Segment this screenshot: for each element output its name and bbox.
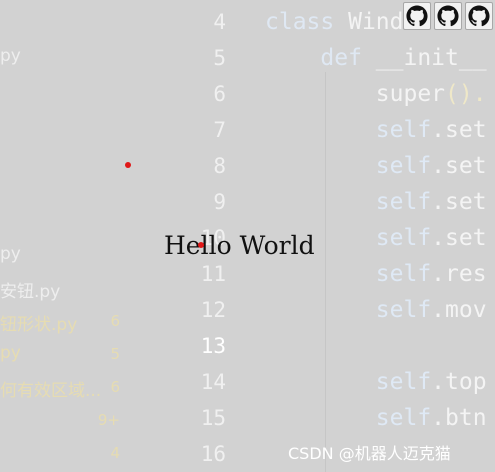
code-line: self.top	[265, 364, 487, 400]
window-toolbar	[403, 2, 493, 30]
code-token: self	[265, 261, 432, 287]
line-number: 5	[213, 46, 226, 70]
line-number: 8	[213, 154, 226, 178]
file-name: 何有效区域...	[0, 381, 102, 401]
code-token: self	[265, 297, 432, 323]
code-line: self.set	[265, 112, 487, 148]
code-token: self	[265, 117, 432, 143]
code-token: .set	[431, 225, 487, 251]
code-line: self.set	[265, 184, 487, 220]
code-line: self.res	[265, 256, 487, 292]
github-icon	[406, 5, 428, 27]
file-item: 何有效区域... 6	[0, 376, 150, 401]
github-icon	[437, 5, 459, 27]
line-number: 9	[213, 190, 226, 214]
file-item: py	[0, 46, 150, 70]
problem-count-badge: 5	[110, 345, 120, 363]
file-item: py 5	[0, 343, 150, 367]
code-line: self.mov	[265, 292, 487, 328]
line-number: 12	[200, 298, 226, 322]
line-number: 13	[200, 334, 226, 358]
file-item: 安钮.py	[0, 277, 150, 302]
line-number: 4	[213, 10, 226, 34]
code-token: super	[265, 81, 446, 107]
code-line: super().	[265, 76, 487, 112]
code-line: self.set	[265, 148, 487, 184]
red-dot-marker	[125, 162, 131, 168]
code-token: .res	[431, 261, 487, 287]
code-token: ().	[445, 81, 487, 107]
line-number: 7	[213, 118, 226, 142]
file-item: 钮形状.py 6	[0, 310, 150, 335]
problem-count-badge: 6	[110, 312, 120, 330]
code-line: def __init__	[265, 40, 487, 76]
file-name: 安钮.py	[0, 282, 61, 302]
line-number: 6	[213, 82, 226, 106]
file-item: py	[0, 244, 150, 268]
github-button[interactable]	[434, 2, 462, 30]
file-name: py	[0, 343, 21, 363]
github-icon	[468, 5, 490, 27]
code-token: .btn	[431, 405, 487, 431]
problem-count-badge: 6	[110, 378, 120, 396]
red-dot-marker	[198, 242, 204, 248]
line-number: 11	[200, 262, 226, 286]
code-token: self	[265, 405, 432, 431]
code-token: .mov	[431, 297, 487, 323]
code-token: self	[265, 369, 432, 395]
line-number: 16	[200, 442, 226, 466]
file-name: 钮形状.py	[0, 315, 78, 335]
code-token: .top	[431, 369, 487, 395]
code-token: __init__	[375, 45, 487, 71]
code-token: self	[265, 153, 432, 179]
github-button[interactable]	[465, 2, 493, 30]
code-line: self.btn	[265, 400, 487, 436]
code-token: class	[265, 9, 349, 35]
code-token: .set	[431, 189, 487, 215]
file-name: py	[0, 244, 21, 264]
file-explorer-background: py py 安钮.py 钮形状.py 6 py 5 何有效区域... 6 9+ …	[0, 0, 150, 472]
code-line: class Windo	[265, 4, 417, 40]
translucent-window[interactable]: py py 安钮.py 钮形状.py 6 py 5 何有效区域... 6 9+ …	[0, 0, 495, 472]
file-item: 4	[0, 442, 150, 466]
file-item: 9+	[0, 409, 150, 433]
code-token: self	[265, 189, 432, 215]
problem-count-badge: 4	[110, 444, 120, 462]
line-number: 14	[200, 370, 226, 394]
code-token: .set	[431, 117, 487, 143]
hello-world-label: Hello World	[164, 231, 315, 260]
code-token: .set	[431, 153, 487, 179]
code-token: def	[265, 45, 376, 71]
csdn-watermark: CSDN @机器人迈克猫	[288, 444, 451, 463]
file-name: py	[0, 46, 21, 66]
problem-count-badge: 9+	[97, 411, 120, 429]
github-button[interactable]	[403, 2, 431, 30]
line-number: 15	[200, 406, 226, 430]
